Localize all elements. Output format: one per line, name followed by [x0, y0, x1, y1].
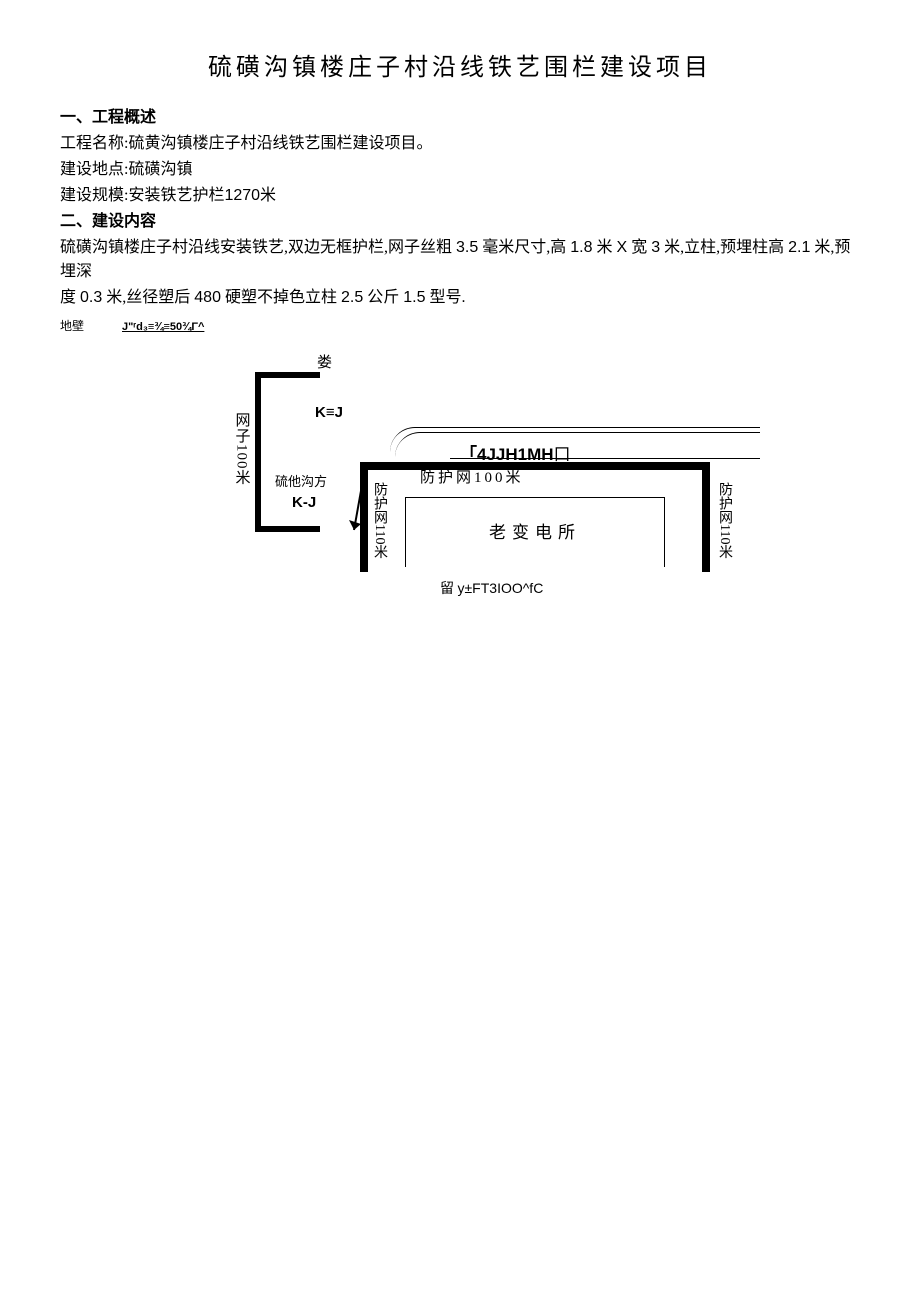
t: 型号.	[430, 289, 466, 306]
n: 480	[194, 289, 221, 306]
project-name-line: 工程名称:硫黄沟镇楼庄子村沿线铁艺围栏建设项目。	[60, 132, 860, 156]
center-label: 老变电所	[489, 520, 581, 546]
document-page: 硫磺沟镇楼庄子村沿线铁艺围栏建设项目 一、工程概述 工程名称:硫黄沟镇楼庄子村沿…	[0, 0, 920, 647]
label-right-net: 防护网110米	[714, 482, 735, 558]
bot-latin: y±FT3IOO^fC	[458, 580, 544, 596]
bot-cn: 留	[440, 582, 454, 597]
bracket-top	[255, 372, 320, 378]
schematic-diagram: 娄 K≡J 网子100米 硫他沟方 K-J 「4JJH1MH口 防护网100米 …	[60, 342, 860, 597]
label-top-net: 防护网100米	[420, 467, 524, 490]
bracket-bottom	[255, 526, 320, 532]
label-net-100-vertical: 网子100米	[230, 412, 253, 486]
small-annotation-row: 地壁 J"ʳd₃≡¾≡50¾Γ^	[60, 314, 860, 338]
n: 1.8	[570, 239, 592, 256]
scale-prefix: 建设规模:安装铁艺护栏	[60, 187, 224, 204]
scale-line: 建设规模:安装铁艺护栏1270米	[60, 184, 860, 208]
t: 米	[597, 239, 613, 256]
section-2-heading: 二、建设内容	[60, 210, 860, 234]
center-box: 老变电所	[405, 497, 665, 567]
label-left-net: 防护网110米	[369, 482, 390, 558]
n: 3.5	[456, 239, 478, 256]
label-bottom-code: 留 y±FT3IOO^fC	[440, 578, 543, 600]
t: 硫磺沟镇楼庄子村沿线安装铁艺,双边无框护栏,网子丝粗	[60, 239, 452, 256]
small-code: J"ʳd₃≡¾≡50¾Γ^	[122, 321, 204, 333]
t: 米,立柱,预埋柱高	[664, 239, 784, 256]
section-1-heading: 一、工程概述	[60, 106, 860, 130]
scale-number: 1270	[224, 187, 260, 204]
t: 公斤	[367, 289, 399, 306]
location-line: 建设地点:硫磺沟镇	[60, 158, 860, 182]
n: 2.5	[341, 289, 363, 306]
spec-line-2: 度 0.3 米,丝径塑后 480 硬塑不掉色立柱 2.5 公斤 1.5 型号.	[60, 286, 860, 310]
scale-unit: 米	[260, 187, 276, 204]
spec-line-1: 硫磺沟镇楼庄子村沿线安装铁艺,双边无框护栏,网子丝粗 3.5 毫米尺寸,高 1.…	[60, 236, 860, 284]
t: 硬塑不掉色立柱	[225, 289, 337, 306]
document-title: 硫磺沟镇楼庄子村沿线铁艺围栏建设项目	[60, 50, 860, 86]
label-kj: K≡J	[315, 402, 343, 425]
bracket-left	[255, 372, 261, 532]
label-direction: 硫他沟方	[275, 472, 327, 492]
t: 米,丝径塑后	[106, 289, 190, 306]
n: 0.3	[80, 289, 102, 306]
t: 宽	[631, 239, 647, 256]
label-kj2: K-J	[292, 492, 316, 515]
label-lou: 娄	[317, 352, 332, 375]
t: 毫米尺寸,高	[482, 239, 566, 256]
t: 度	[60, 289, 76, 306]
n: 1.5	[403, 289, 425, 306]
n: 2.1	[788, 239, 810, 256]
small-label: 地壁	[60, 319, 84, 333]
n: X	[617, 239, 628, 256]
n: 3	[651, 239, 660, 256]
